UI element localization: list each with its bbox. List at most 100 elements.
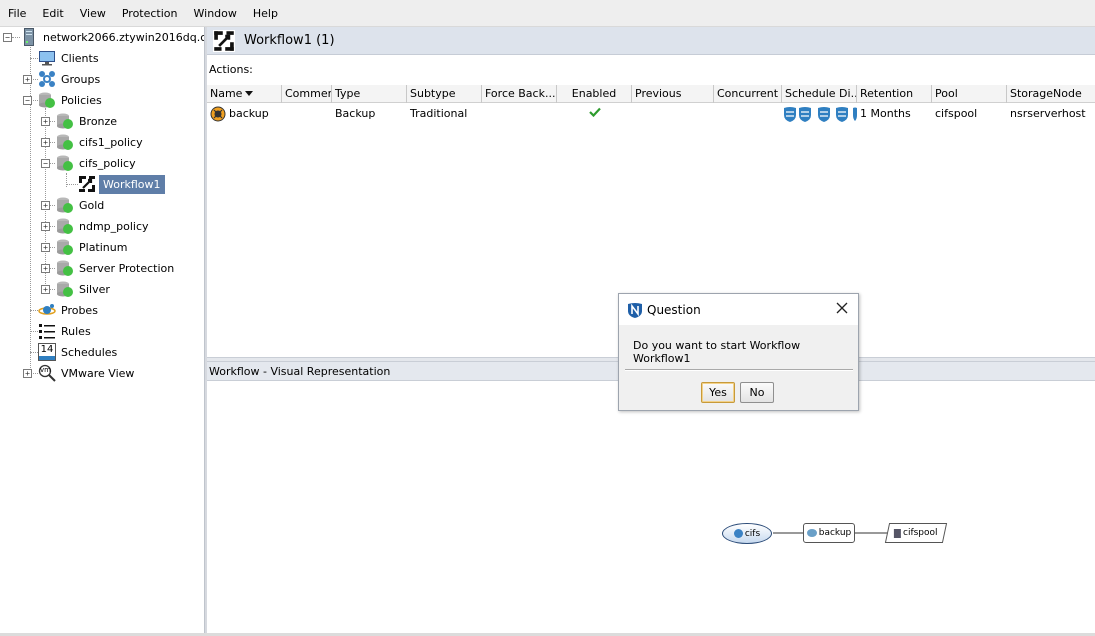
column-header-comment[interactable]: Comment: [282, 85, 332, 103]
actions-label: Actions:: [209, 63, 253, 76]
tree-item-policy-cifs[interactable]: cifs_policy: [56, 153, 138, 173]
app-logo-icon: [627, 302, 643, 318]
table-row[interactable]: backup Backup Traditional 1 Months cifsp…: [207, 104, 1095, 124]
tree-item-clients[interactable]: Clients: [38, 48, 101, 68]
tree-item-rules[interactable]: Rules: [38, 321, 93, 341]
no-button[interactable]: No: [740, 382, 774, 403]
column-header-label: Concurrent: [717, 87, 779, 100]
expand-bronze-toggle[interactable]: +: [41, 117, 50, 126]
expand-groups-toggle[interactable]: +: [23, 75, 32, 84]
column-header-name[interactable]: Name: [207, 85, 282, 103]
database-policy-icon: [56, 259, 74, 277]
database-policy-icon: [56, 196, 74, 214]
database-policy-icon: [56, 217, 74, 235]
workflow-icon: [213, 29, 235, 52]
expand-gold-toggle[interactable]: +: [41, 201, 50, 210]
menu-protection[interactable]: Protection: [114, 0, 186, 27]
cell-enabled: [557, 104, 632, 124]
server-icon: [20, 28, 38, 46]
rules-list-icon: [38, 322, 56, 340]
expand-vmware-toggle[interactable]: +: [23, 369, 32, 378]
menu-help[interactable]: Help: [245, 0, 286, 27]
cell-retention: 1 Months: [860, 107, 911, 120]
dialog-titlebar[interactable]: Question: [619, 294, 858, 325]
menu-window[interactable]: Window: [186, 0, 245, 27]
yes-button[interactable]: Yes: [701, 382, 735, 403]
tree-item-policy-ndmp[interactable]: ndmp_policy: [56, 216, 151, 236]
cell-schedule-display: [782, 104, 857, 124]
database-policy-icon: [38, 91, 56, 109]
tree-item-label: network2066.ztywin2016dq.com: [43, 30, 204, 44]
visual-node-action[interactable]: backup: [803, 523, 855, 543]
tree-item-probes[interactable]: Probes: [38, 300, 100, 320]
workflow-icon: [78, 175, 96, 193]
cell-storage-node: nsrserverhost: [1010, 107, 1086, 120]
tree-item-policy-server-protection[interactable]: Server Protection: [56, 258, 176, 278]
menu-edit[interactable]: Edit: [34, 0, 71, 27]
expand-platinum-toggle[interactable]: +: [41, 243, 50, 252]
tree-item-schedules[interactable]: 14 Schedules: [38, 342, 119, 362]
tree-item-server[interactable]: network2066.ztywin2016dq.com: [20, 27, 204, 47]
menu-view[interactable]: View: [72, 0, 114, 27]
close-icon[interactable]: [834, 300, 850, 316]
vmware-magnifier-icon: vm: [38, 364, 56, 382]
column-header-schedule-display[interactable]: Schedule Di...: [782, 85, 857, 103]
tree-item-label: ndmp_policy: [79, 219, 149, 233]
database-policy-icon: [56, 154, 74, 172]
question-dialog: Question Do you want to start Workflow W…: [618, 293, 859, 411]
tree-item-workflow1[interactable]: Workflow1: [78, 174, 165, 194]
backup-action-icon: [210, 106, 226, 122]
checkmark-icon: [588, 107, 601, 118]
visual-node-pool[interactable]: cifspool: [884, 523, 948, 543]
visual-node-label: cifs: [744, 528, 761, 539]
tree-item-groups[interactable]: Groups: [38, 69, 102, 89]
tree-item-policy-platinum[interactable]: Platinum: [56, 237, 129, 257]
tree-item-label: Clients: [61, 51, 99, 65]
tree-item-policy-cifs1[interactable]: cifs1_policy: [56, 132, 145, 152]
visual-node-label: cifspool: [903, 528, 938, 538]
pool-icon: [894, 528, 902, 538]
tree-item-label: Workflow1: [99, 174, 165, 194]
visual-node-group[interactable]: cifs: [722, 523, 772, 544]
tree-item-label: Policies: [61, 93, 102, 107]
database-policy-icon: [56, 112, 74, 130]
dialog-message: Do you want to start Workflow Workflow1: [633, 339, 801, 365]
cell-name: backup: [207, 104, 282, 124]
expand-ndmp-policy-toggle[interactable]: +: [41, 222, 50, 231]
tree-item-label: Schedules: [61, 345, 118, 359]
column-header-retention[interactable]: Retention: [857, 85, 932, 103]
column-header-storage-node[interactable]: StorageNode: [1007, 85, 1095, 103]
column-header-previous[interactable]: Previous: [632, 85, 714, 103]
column-header-type[interactable]: Type: [332, 85, 407, 103]
column-header-pool[interactable]: Pool: [932, 85, 1007, 103]
tree-item-policy-gold[interactable]: Gold: [56, 195, 106, 215]
column-header-concurrent[interactable]: Concurrent: [714, 85, 782, 103]
collapse-policies-toggle[interactable]: −: [23, 96, 32, 105]
tree-item-label: VMware View: [61, 366, 135, 380]
tree-item-label: Groups: [61, 72, 101, 86]
cell-pool: cifspool: [935, 107, 978, 120]
monitor-icon: [38, 49, 56, 67]
tree-item-policies[interactable]: Policies: [38, 90, 104, 110]
column-header-label: Name: [210, 87, 243, 100]
expand-cifs1-policy-toggle[interactable]: +: [41, 138, 50, 147]
menu-file[interactable]: File: [0, 0, 34, 27]
column-header-force-backup[interactable]: Force Back...: [482, 85, 557, 103]
collapse-server-toggle[interactable]: −: [3, 33, 12, 42]
collapse-cifs-policy-toggle[interactable]: −: [41, 159, 50, 168]
expand-silver-toggle[interactable]: +: [41, 285, 50, 294]
tree-item-policy-silver[interactable]: Silver: [56, 279, 112, 299]
dialog-title: Question: [647, 302, 701, 317]
visual-node-label: backup: [818, 528, 852, 538]
navigation-tree: − + − + + − + + + + + + network2066.ztyw…: [0, 27, 204, 633]
column-header-subtype[interactable]: Subtype: [407, 85, 482, 103]
workflow-visual-canvas: cifs backup cifspool: [207, 381, 1095, 633]
page-title: Workflow1 (1): [244, 33, 335, 48]
tree-item-policy-bronze[interactable]: Bronze: [56, 111, 119, 131]
column-header-enabled[interactable]: Enabled: [557, 85, 632, 103]
cell-name-text: backup: [229, 107, 269, 120]
expand-server-protection-toggle[interactable]: +: [41, 264, 50, 273]
tree-item-label: Platinum: [79, 240, 128, 254]
backup-action-icon: [806, 529, 817, 537]
tree-item-vmware-view[interactable]: vm VMware View: [38, 363, 136, 383]
